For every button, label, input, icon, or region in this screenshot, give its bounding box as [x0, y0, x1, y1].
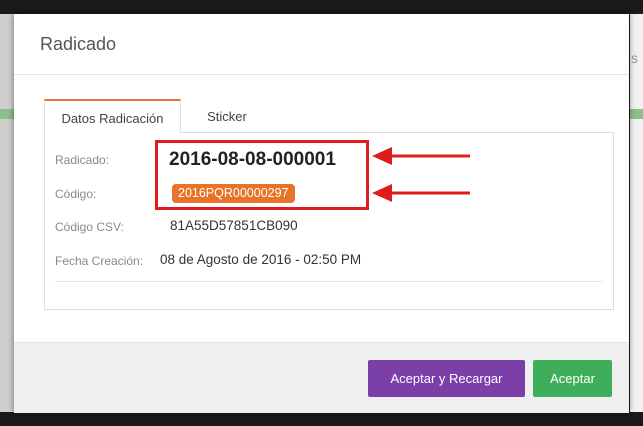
fecha-creacion-value: 08 de Agosto de 2016 - 02:50 PM [160, 252, 362, 267]
modal-footer: Aceptar y Recargar Aceptar [14, 342, 629, 413]
codigo-csv-value: 81A55D57851CB090 [170, 218, 298, 233]
codigo-label: Código: [55, 187, 97, 201]
background-green-bar [0, 109, 14, 119]
screen: s Radicado Aceptar y Recargar Aceptar Da… [0, 0, 643, 426]
modal-header: Radicado [14, 14, 629, 75]
background-green-bar [630, 109, 643, 119]
tab-sticker[interactable]: Sticker [192, 99, 262, 133]
panel-divider [55, 281, 603, 282]
background-page-right: s [630, 14, 643, 412]
background-page-left [0, 14, 14, 412]
tab-datos-radicacion[interactable]: Datos Radicación [44, 99, 181, 133]
accept-and-reload-button[interactable]: Aceptar y Recargar [368, 360, 525, 397]
modal-title: Radicado [40, 34, 117, 54]
tab-panel-datos-radicacion: Radicado: 2016-08-08-000001 Código: 2016… [44, 132, 614, 310]
background-edge-text: s [631, 50, 638, 66]
tabs: Datos Radicación Sticker [44, 99, 614, 133]
radicado-value: 2016-08-08-000001 [169, 149, 336, 170]
radicado-label: Radicado: [55, 153, 110, 167]
fecha-creacion-label: Fecha Creación: [55, 254, 144, 268]
codigo-badge: 2016PQR00000297 [172, 184, 295, 203]
accept-button[interactable]: Aceptar [533, 360, 612, 397]
codigo-csv-label: Código CSV: [55, 220, 124, 234]
